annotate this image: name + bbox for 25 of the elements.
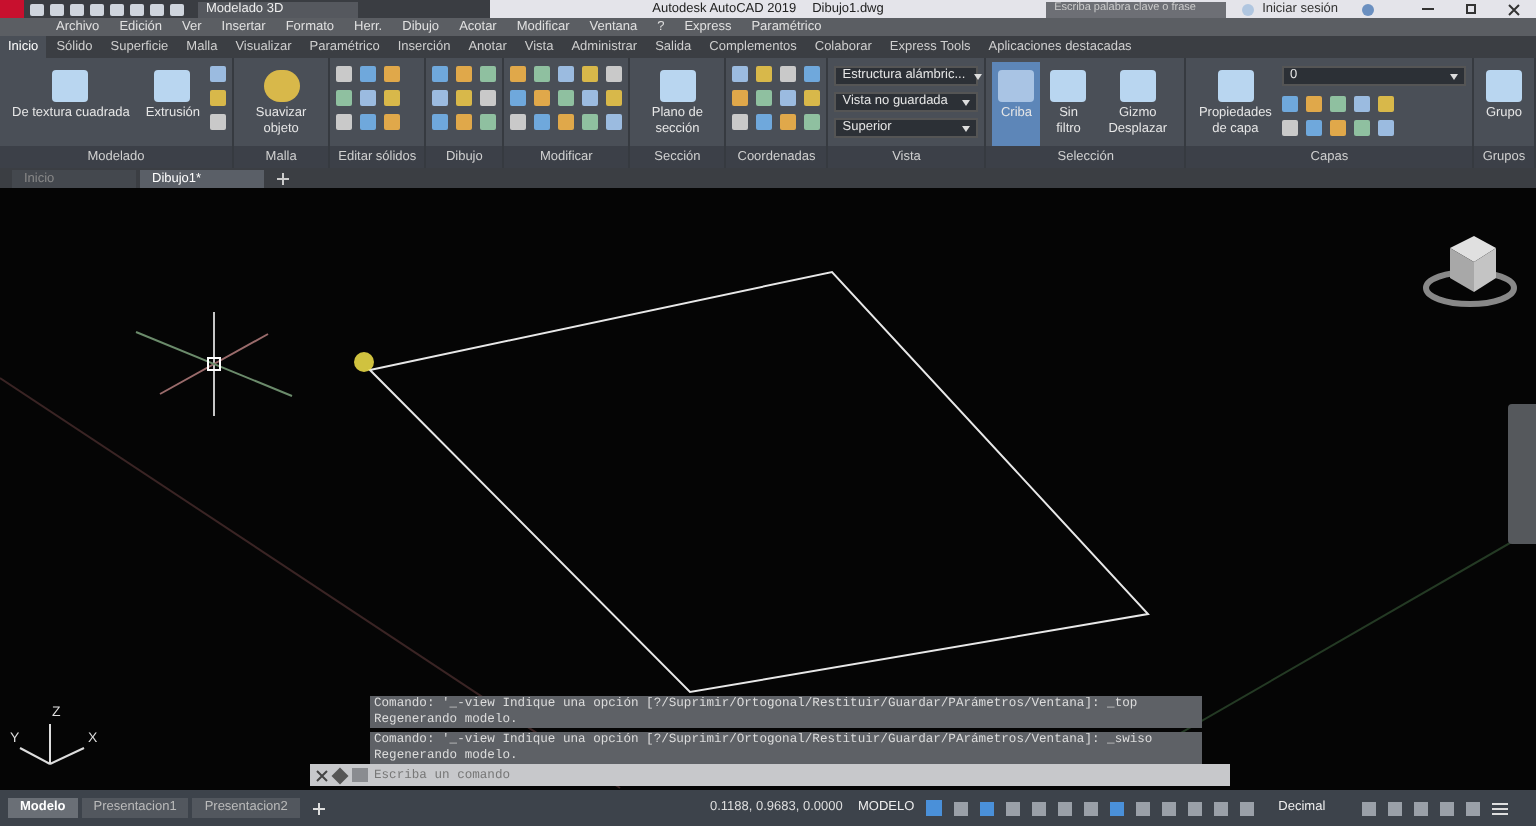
tool-icon [998,70,1035,102]
ucs-axis-icon [19,723,85,765]
help-icon[interactable] [1362,3,1374,15]
add-tab-icon[interactable] [276,172,290,186]
menu-icon[interactable] [1492,801,1509,815]
maximize-icon[interactable] [1466,4,1476,14]
viewcube-drawing[interactable] [1423,236,1517,307]
tool-icon [659,70,696,102]
tool-icon [1217,70,1254,102]
tool-icon [1485,70,1522,102]
tool-icon [263,70,300,102]
drawing-canvas[interactable] [0,188,1536,790]
grid-icon[interactable] [926,800,943,816]
caret-icon [962,99,971,105]
add-layout-icon[interactable] [311,801,326,815]
cursor-highlight [354,352,374,372]
tool-icon [52,70,89,102]
tool-icon [1119,70,1156,102]
caret-icon [962,125,971,131]
tool-icon [1050,70,1087,102]
close-icon[interactable] [316,769,328,781]
tool-icon [154,70,191,102]
close-icon[interactable] [1508,3,1520,15]
caret-icon [973,73,982,79]
caret-icon [1449,73,1458,79]
